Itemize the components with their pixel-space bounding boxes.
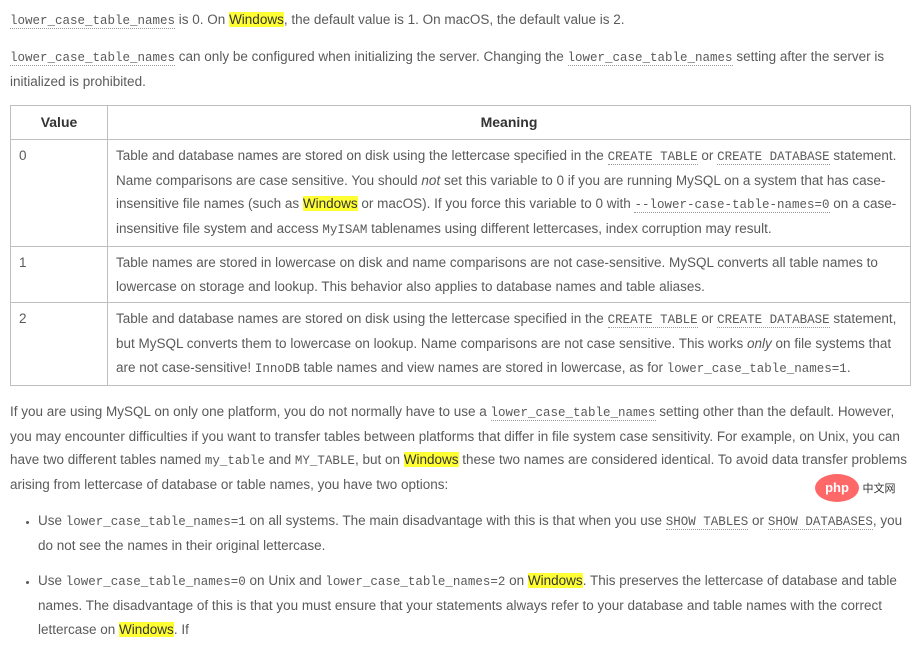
code-option: --lower-case-table-names=0: [634, 198, 829, 213]
code-mytable-lower: my_table: [205, 454, 265, 468]
code-lctn: lower_case_table_names: [10, 51, 175, 66]
code-lctn: lower_case_table_names: [491, 406, 656, 421]
table-row: 0 Table and database names are stored on…: [11, 139, 911, 246]
table-header-row: Value Meaning: [11, 106, 911, 140]
value-cell: 0: [11, 139, 108, 246]
code-create-table: CREATE TABLE: [608, 150, 698, 165]
post-table-para: If you are using MySQL on only one platf…: [10, 400, 911, 497]
list-item: Use lower_case_table_names=0 on Unix and…: [38, 569, 911, 641]
list-item: Use lower_case_table_names=1 on all syst…: [38, 509, 911, 558]
table-row: 2 Table and database names are stored on…: [11, 303, 911, 385]
code-show-tables: SHOW TABLES: [666, 515, 749, 530]
value-cell: 1: [11, 247, 108, 303]
table-row: 1 Table names are stored in lowercase on…: [11, 247, 911, 303]
code-innodb: InnoDB: [255, 362, 300, 376]
col-value: Value: [11, 106, 108, 140]
code-myisam: MyISAM: [322, 223, 367, 237]
highlight-windows: Windows: [119, 622, 174, 637]
meaning-cell: Table names are stored in lowercase on d…: [108, 247, 911, 303]
values-table: Value Meaning 0 Table and database names…: [10, 105, 911, 385]
code-lctn: lower_case_table_names: [10, 14, 175, 29]
code-create-table: CREATE TABLE: [608, 313, 698, 328]
col-meaning: Meaning: [108, 106, 911, 140]
highlight-windows: Windows: [229, 12, 284, 27]
intro-para-1: lower_case_table_names is 0. On Windows,…: [10, 8, 911, 33]
options-list: Use lower_case_table_names=1 on all syst…: [10, 509, 911, 642]
code-lctn1: lower_case_table_names=1: [66, 515, 246, 529]
code-lctn0: lower_case_table_names=0: [66, 575, 246, 589]
emphasis-not: not: [421, 173, 440, 188]
code-show-databases: SHOW DATABASES: [768, 515, 873, 530]
highlight-windows: Windows: [303, 196, 358, 211]
code-lctn: lower_case_table_names: [568, 51, 733, 66]
intro-para-2: lower_case_table_names can only be confi…: [10, 45, 911, 94]
meaning-cell: Table and database names are stored on d…: [108, 303, 911, 385]
meaning-cell: Table and database names are stored on d…: [108, 139, 911, 246]
code-create-database: CREATE DATABASE: [717, 150, 830, 165]
code-mytable-upper: MY_TABLE: [295, 454, 355, 468]
code-create-database: CREATE DATABASE: [717, 313, 830, 328]
code-lctn1: lower_case_table_names=1: [667, 362, 847, 376]
code-lctn2: lower_case_table_names=2: [325, 575, 505, 589]
highlight-windows: Windows: [404, 452, 459, 467]
highlight-windows: Windows: [528, 573, 583, 588]
emphasis-only: only: [747, 336, 772, 351]
value-cell: 2: [11, 303, 108, 385]
